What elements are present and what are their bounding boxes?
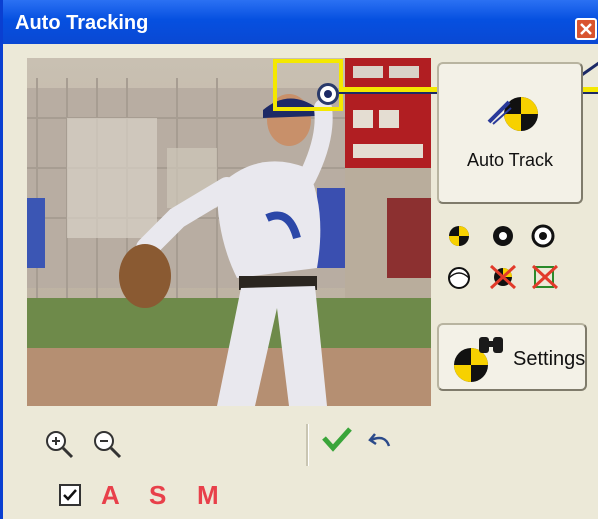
letter-a-button[interactable]: A — [101, 480, 120, 511]
video-frame — [27, 58, 431, 406]
delete-all-trackers-icon[interactable] — [529, 262, 561, 290]
video-preview[interactable] — [27, 58, 431, 406]
auto-track-button[interactable]: Auto Track — [437, 62, 583, 204]
outline-circle-icon[interactable] — [443, 264, 475, 292]
zoom-in-icon[interactable] — [43, 428, 75, 460]
auto-track-icon — [487, 97, 538, 131]
accept-checkmark-icon[interactable] — [321, 426, 353, 452]
undo-icon[interactable] — [367, 428, 395, 452]
close-button[interactable] — [575, 18, 597, 40]
target-icon[interactable] — [527, 222, 559, 250]
tracker-handle[interactable] — [317, 83, 339, 105]
checkbox-check-icon — [63, 489, 77, 501]
window-title: Auto Tracking — [15, 12, 149, 34]
delete-tracker-icon[interactable] — [487, 262, 519, 290]
letter-s-button[interactable]: S — [149, 480, 166, 511]
ring-icon[interactable] — [487, 222, 519, 250]
auto-track-label: Auto Track — [466, 150, 554, 170]
enable-checkbox[interactable] — [59, 484, 81, 506]
settings-button[interactable]: Settings — [437, 323, 587, 391]
settings-icon — [454, 337, 503, 382]
title-bar[interactable]: Auto Tracking — [3, 0, 598, 44]
letter-m-button[interactable]: M — [197, 480, 219, 511]
auto-tracking-window: Auto Tracking Auto Track Settings A S M — [0, 0, 598, 519]
yellow-tracker-icon[interactable] — [445, 222, 477, 250]
close-icon — [580, 23, 592, 35]
zoom-out-icon[interactable] — [91, 428, 123, 460]
toolbar-divider — [306, 424, 309, 466]
settings-label: Settings — [513, 348, 586, 370]
